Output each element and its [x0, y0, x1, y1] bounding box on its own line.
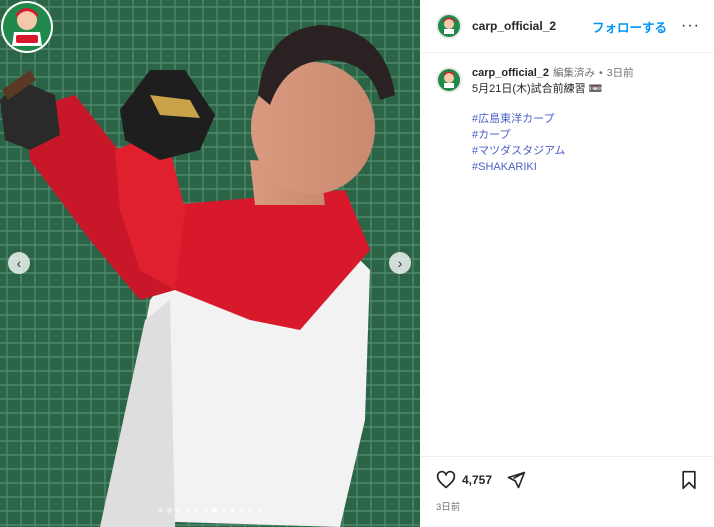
action-bar: 4,757 3日前 [420, 456, 714, 513]
post-header: carp_official_2 フォローする ··· [420, 0, 714, 53]
chevron-left-icon: ‹ [16, 255, 22, 271]
carousel-dot [176, 508, 181, 513]
carousel-dot [203, 508, 208, 513]
hashtag[interactable]: #広島東洋カープ [472, 111, 634, 127]
carousel-dot [185, 508, 190, 513]
carousel-dot [158, 508, 163, 513]
post-time: 3日前 [606, 67, 634, 79]
carousel-indicator [0, 508, 420, 513]
carousel-dot [248, 508, 253, 513]
post-image[interactable]: ‹ › [0, 0, 420, 527]
separator: • [599, 67, 603, 79]
carousel-dot [212, 508, 217, 513]
carp-logo [1, 1, 53, 53]
carousel-dot [221, 508, 226, 513]
hashtag[interactable]: #マツダスタジアム [472, 143, 634, 159]
share-icon [507, 471, 526, 489]
carousel-dot [257, 508, 262, 513]
caption-text: 5月21日(木)試合前練習 📼 [472, 83, 603, 95]
carousel-dot [194, 508, 199, 513]
hashtag[interactable]: #SHAKARIKI [472, 159, 634, 175]
caption-username[interactable]: carp_official_2 [472, 65, 549, 81]
avatar[interactable] [436, 67, 462, 93]
post-sidebar: carp_official_2 フォローする ··· carp_official… [420, 0, 714, 527]
like-count[interactable]: 4,757 [462, 473, 492, 487]
hashtag[interactable]: #カープ [472, 127, 634, 143]
share-button[interactable] [506, 470, 526, 490]
heart-icon [436, 470, 456, 489]
chevron-right-icon: › [397, 255, 403, 271]
post-timestamp: 3日前 [436, 502, 461, 513]
follow-button[interactable]: フォローする [592, 17, 667, 36]
player-photo [0, 0, 420, 527]
carousel-next-button[interactable]: › [389, 252, 411, 274]
header-username[interactable]: carp_official_2 [472, 19, 556, 33]
carousel-prev-button[interactable]: ‹ [8, 252, 30, 274]
carousel-dot [230, 508, 235, 513]
save-button[interactable] [680, 470, 698, 490]
carousel-dot [239, 508, 244, 513]
edited-label: 編集済み [553, 67, 596, 79]
carousel-dot [167, 508, 172, 513]
caption: carp_official_2 編集済み • 3日前 5月21日(木)試合前練習… [420, 53, 714, 175]
bookmark-icon [682, 470, 696, 490]
hashtag-list: #広島東洋カープ #カープ #マツダスタジアム #SHAKARIKI [472, 111, 634, 175]
more-icon[interactable]: ··· [681, 17, 700, 35]
like-button[interactable] [436, 470, 456, 490]
avatar[interactable] [436, 13, 462, 39]
